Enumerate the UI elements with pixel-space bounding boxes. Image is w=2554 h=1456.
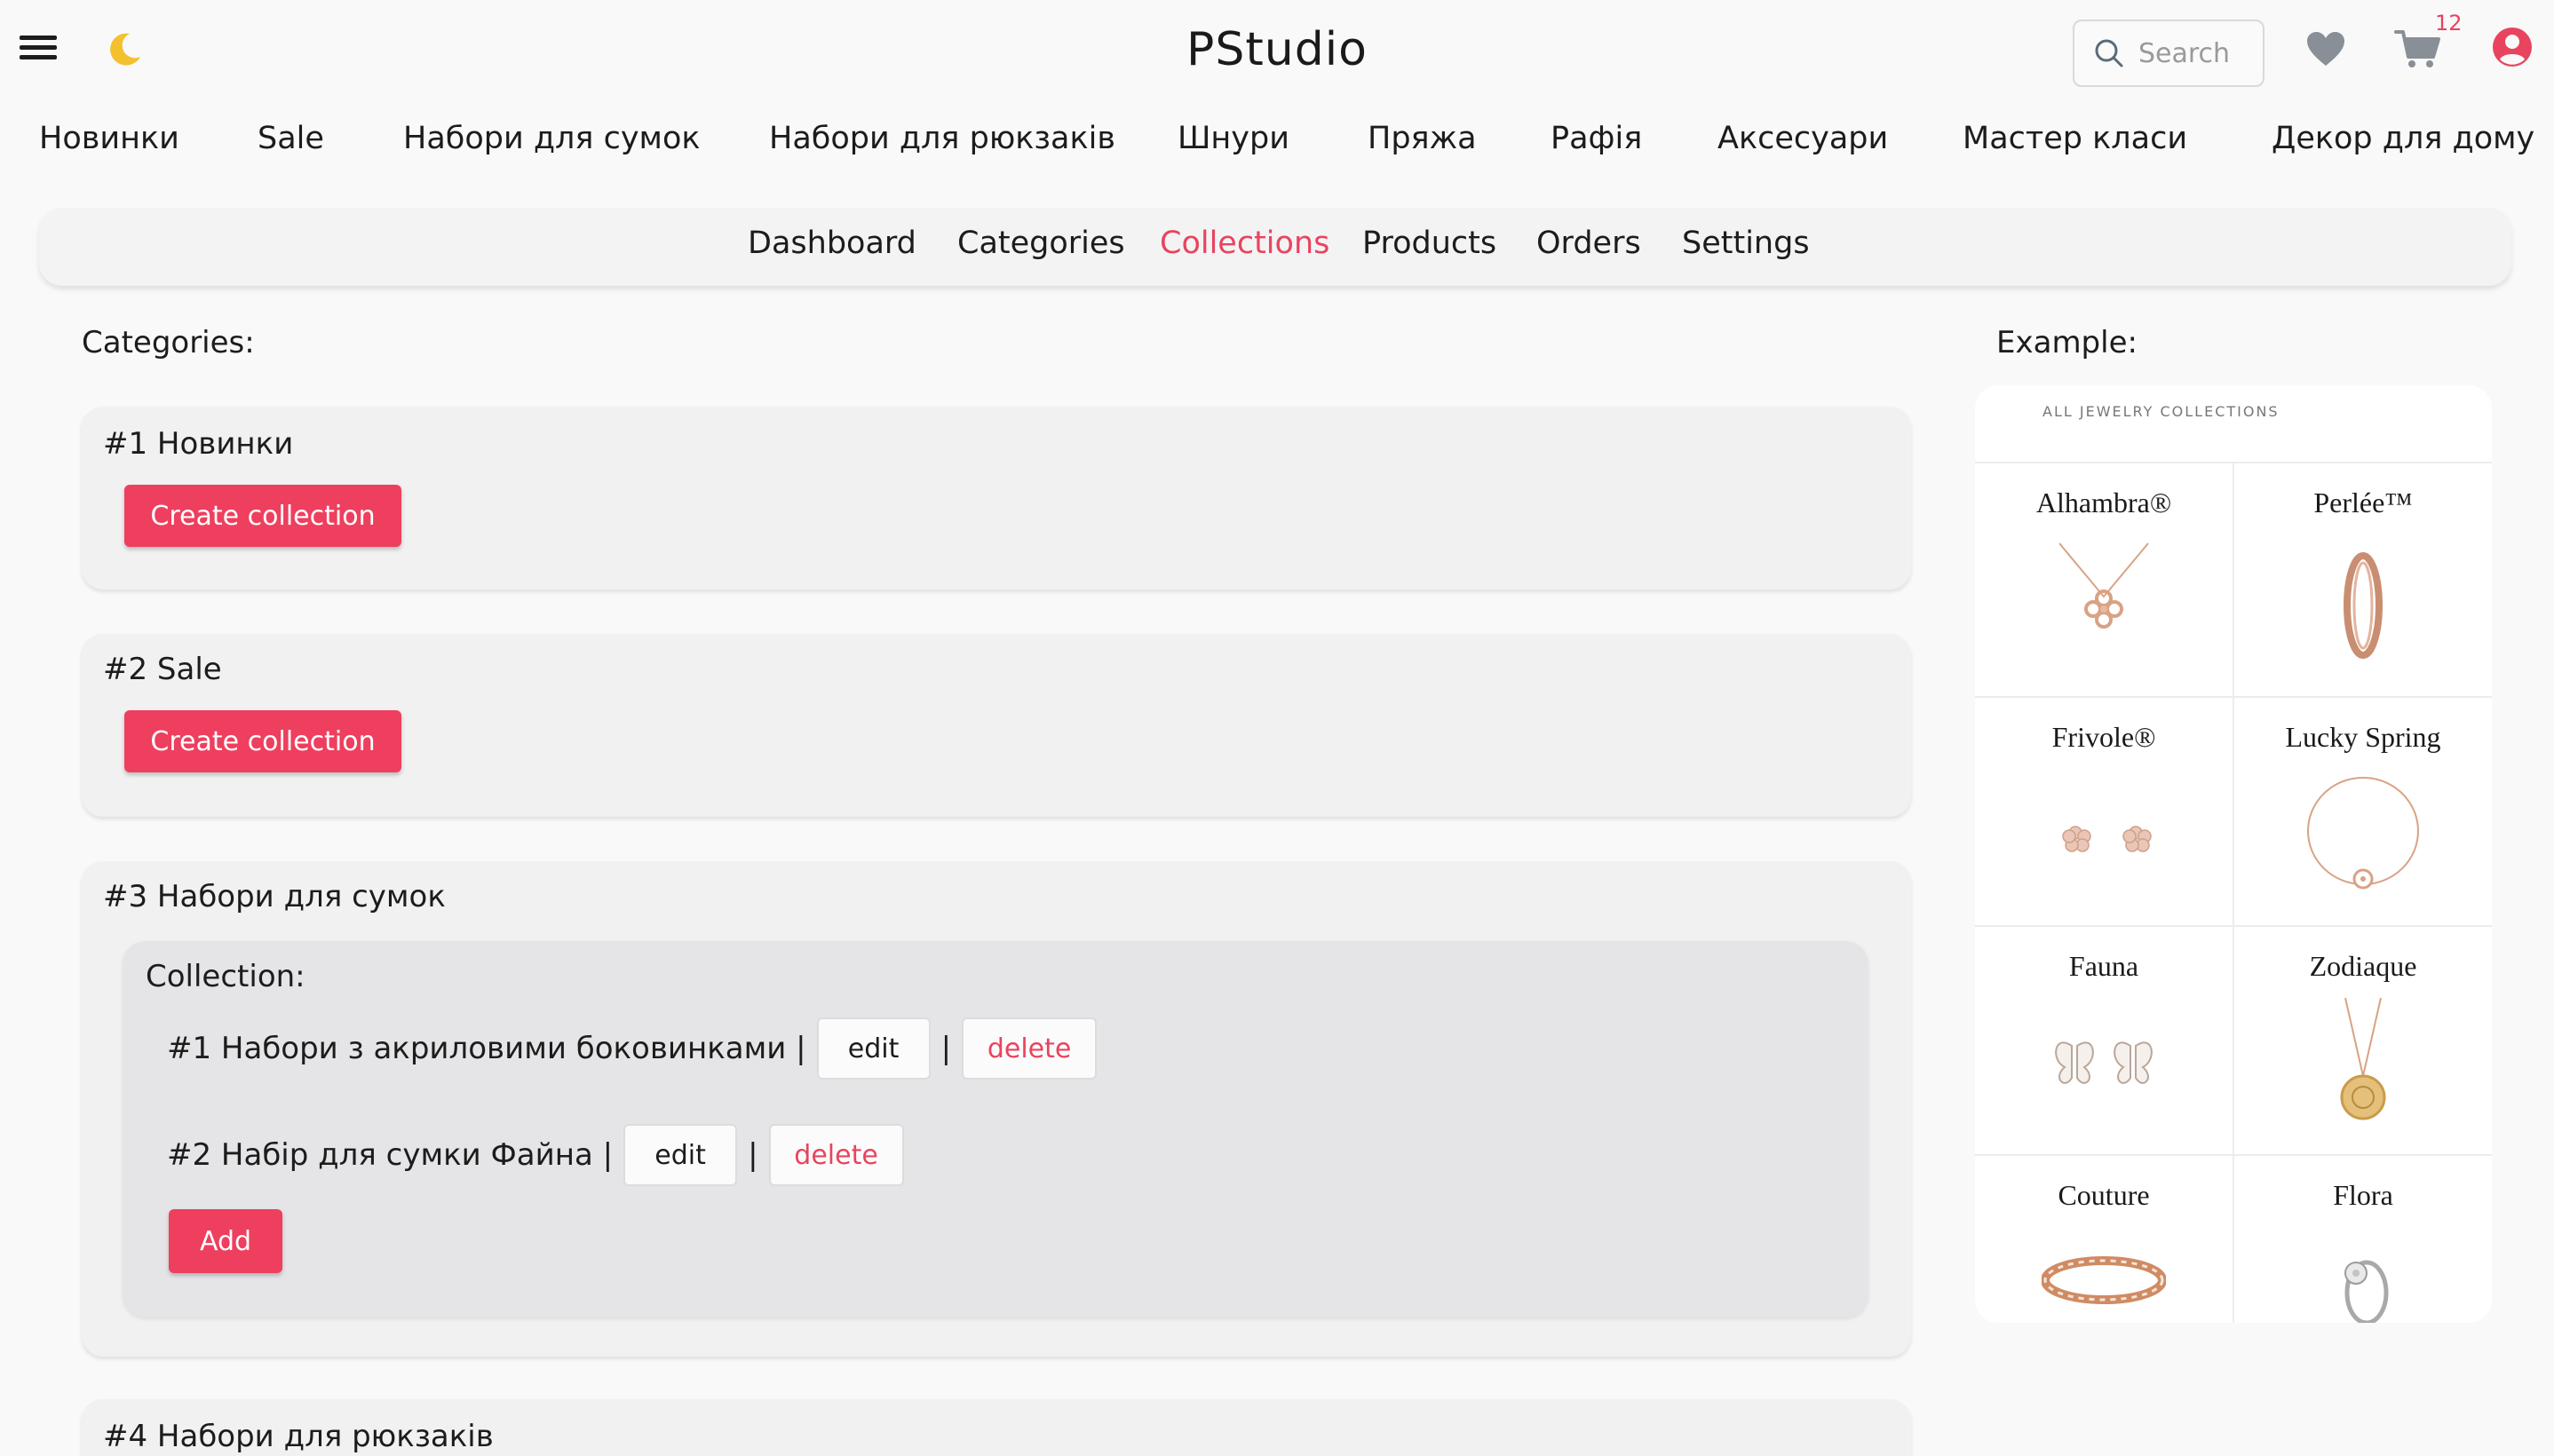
category-title: #1 Новинки [103,426,294,462]
jewelry-name: Fauna [2068,950,2139,982]
tab-categories[interactable]: Categories [957,226,1125,261]
category-title: #4 Набори для рюкзаків [103,1419,494,1454]
nav-item-sale[interactable]: Sale [258,121,324,156]
chain-bracelet-image [2307,777,2419,890]
nav-item-master-classes[interactable]: Мастер класи [1963,121,2187,156]
add-collection-button[interactable]: Add [169,1209,282,1273]
tab-products[interactable]: Products [1362,226,1496,261]
collection-panel: Collection: #1 Набори з акриловими боков… [123,941,1868,1318]
jewelry-name: Flora [2333,1179,2393,1211]
search-box[interactable] [2073,20,2264,87]
menu-icon[interactable] [20,36,57,64]
categories-heading: Categories: [82,325,255,360]
category-title: #2 Sale [103,652,222,687]
jewelry-item: Perlée™ [2234,463,2492,692]
jewelry-item: Flora [2234,1156,2492,1323]
tab-orders[interactable]: Orders [1536,226,1641,261]
separator: | [940,1031,952,1066]
category-card: #1 Новинки Create collection [82,407,1911,590]
create-collection-button[interactable]: Create collection [124,485,401,547]
nav-item-yarn[interactable]: Пряжа [1368,121,1477,156]
search-icon [2095,39,2123,67]
jewelry-name: Zodiaque [2309,950,2417,982]
collection-heading: Collection: [146,959,305,994]
favorites-heart-icon[interactable] [2305,30,2346,67]
earrings-image [2062,826,2152,852]
jewelry-item: Alhambra® [1975,463,2233,692]
couture-bracelet-image [2042,1256,2166,1304]
admin-tabs: Dashboard Categories Collections Product… [39,208,2511,286]
example-heading: Example: [1996,325,2138,360]
delete-button[interactable]: delete [962,1017,1098,1080]
nav-item-bag-kits[interactable]: Набори для сумок [403,121,701,156]
jewelry-name: Couture [2058,1179,2150,1211]
nav-item-accessories[interactable]: Аксесуари [1717,121,1888,156]
necklace-image [2058,542,2149,629]
dark-mode-moon-icon[interactable] [105,30,144,69]
edit-button[interactable]: edit [623,1124,738,1186]
category-title: #3 Набори для сумок [103,879,446,914]
create-collection-button[interactable]: Create collection [124,710,401,772]
collection-row: #2 Набір для сумки Файна | edit | delete [167,1124,904,1186]
jewelry-name: Perlée™ [2313,487,2413,518]
nav-item-new[interactable]: Новинки [39,121,179,156]
collection-label: #1 Набори з акриловими боковинками | [167,1031,806,1066]
butterfly-earrings-image [2055,1041,2153,1084]
example-image: ALL JEWELRY COLLECTIONS Alhambra® Perlée… [1975,385,2492,1323]
medallion-necklace-image [2340,998,2386,1120]
ring-image [2344,1260,2389,1323]
edit-button[interactable]: edit [816,1017,931,1080]
jewelry-name: Lucky Spring [2285,721,2441,753]
jewelry-item: Zodiaque [2234,927,2492,1156]
user-account-icon[interactable] [2492,27,2533,67]
example-header-text: ALL JEWELRY COLLECTIONS [2042,403,2280,420]
collection-label: #2 Набір для сумки Файна | [167,1137,614,1173]
tab-dashboard[interactable]: Dashboard [748,226,916,261]
nav-item-backpack-kits[interactable]: Набори для рюкзаків [769,121,1115,156]
cart-icon[interactable] [2394,28,2440,69]
category-nav: Новинки Sale Набори для сумок Набори для… [0,121,2554,174]
delete-button[interactable]: delete [768,1124,904,1186]
category-card: #4 Набори для рюкзаків [82,1399,1911,1456]
jewelry-item: Couture [1975,1156,2233,1323]
jewelry-name: Frivole® [2051,721,2156,753]
search-input[interactable] [2138,37,2254,69]
nav-item-home-decor[interactable]: Декор для дому [2272,121,2534,156]
bracelet-image [2344,552,2383,659]
jewelry-name: Alhambra® [2035,487,2172,518]
jewelry-item: Frivole® [1975,698,2233,927]
tab-collections[interactable]: Collections [1160,226,1329,261]
nav-item-raffia[interactable]: Рафія [1551,121,1642,156]
collection-row: #1 Набори з акриловими боковинками | edi… [167,1017,1098,1080]
cart-count-badge: 12 [2435,11,2463,36]
category-card: #2 Sale Create collection [82,634,1911,817]
header: PStudio 12 [0,0,2554,103]
separator: | [748,1137,758,1173]
tab-settings[interactable]: Settings [1682,226,1810,261]
category-card: #3 Набори для сумок Collection: #1 Набор… [82,861,1911,1357]
jewelry-item: Fauna [1975,927,2233,1156]
jewelry-item: Lucky Spring [2234,698,2492,927]
nav-item-cords[interactable]: Шнури [1178,121,1289,156]
